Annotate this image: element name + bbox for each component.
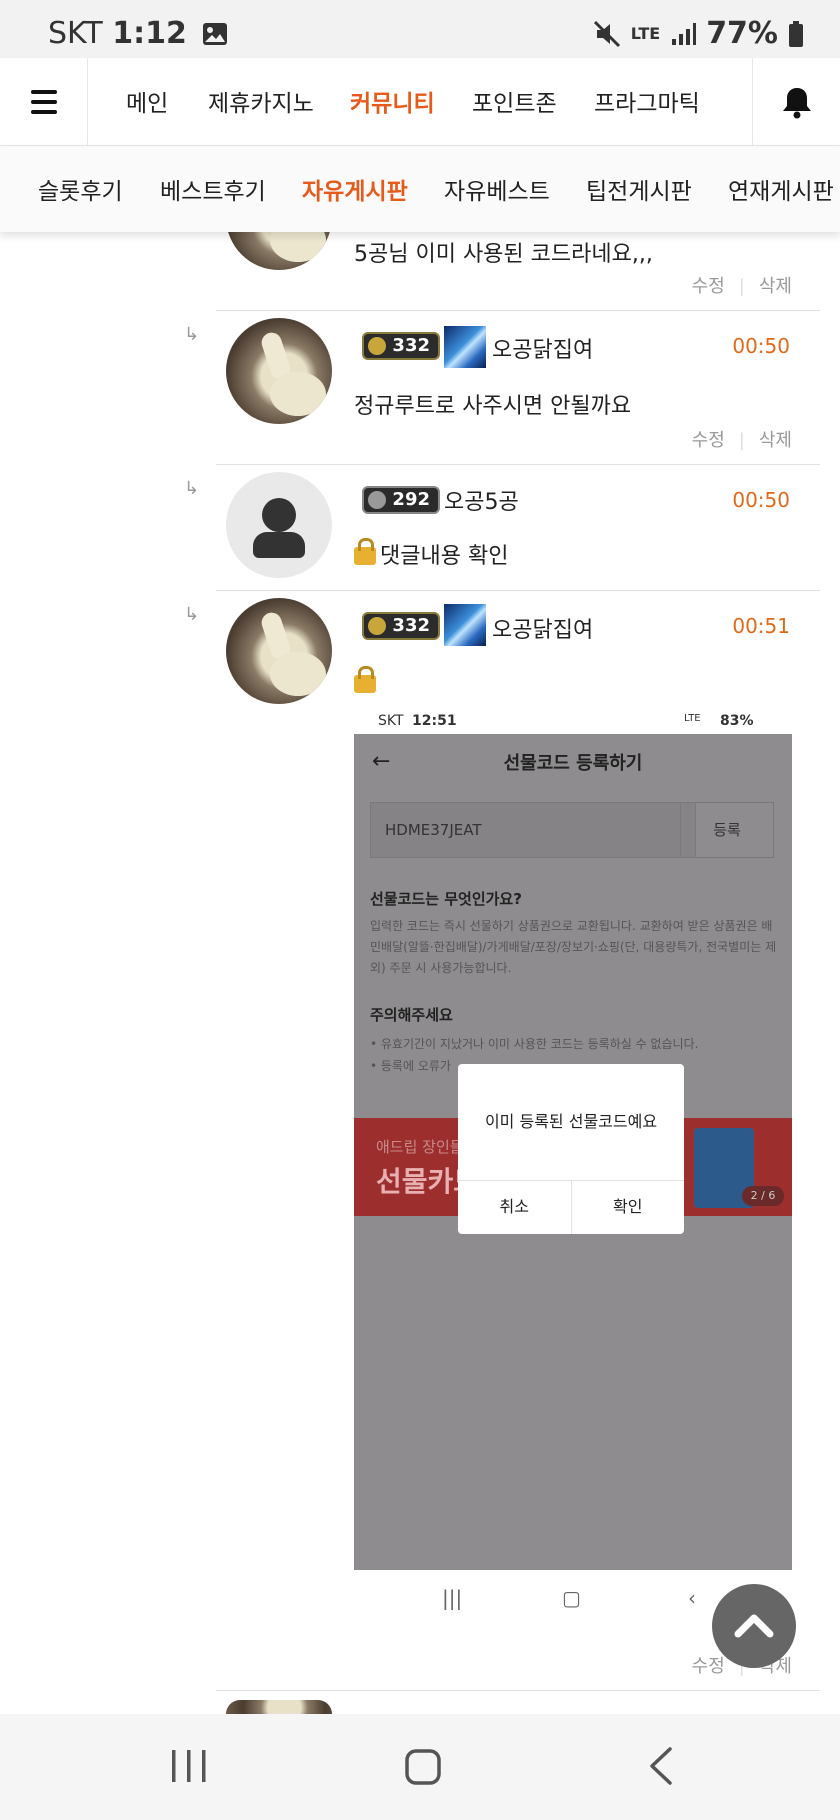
status-time: 1:12 <box>112 16 187 51</box>
divider <box>216 590 820 591</box>
tab-slot-review[interactable]: 슬롯후기 <box>38 172 123 206</box>
home-icon[interactable] <box>404 1748 442 1786</box>
shot-status-bar: SKT 12:51 LTE 83% <box>354 710 792 734</box>
shot-header: ← 선물코드 등록하기 <box>354 734 792 794</box>
reply-arrow-icon: ↳ <box>184 478 200 499</box>
shot-caution-item: • 유효기간이 지났거나 이미 사용한 코드는 등록하실 수 없습니다. <box>370 1037 699 1051</box>
comment-actions: 수정 | 삭제 <box>691 430 792 451</box>
notification-button[interactable] <box>752 58 840 146</box>
shot-home-icon: ▢ <box>562 1586 581 1610</box>
hamburger-icon <box>31 90 57 94</box>
shot-status-carrier: SKT <box>378 713 404 729</box>
shot-what-body: 입력한 코드는 즉시 선물하기 상품권으로 교환됩니다. 교환하여 받은 상품권… <box>370 919 777 975</box>
lock-icon <box>354 538 376 565</box>
reply-arrow-icon: ↳ <box>184 604 200 625</box>
shot-what-heading: 선물코드는 무엇인가요? <box>370 890 522 908</box>
avatar[interactable] <box>226 318 332 424</box>
comment-text: 5공님 이미 사용된 코드라네요,,, <box>354 242 653 267</box>
system-nav-bar <box>0 1714 840 1820</box>
rank-icon <box>444 326 486 368</box>
nickname[interactable]: 오공닭집여 <box>492 332 593 364</box>
shot-register-button: 등록 <box>680 802 774 858</box>
level-icon <box>368 491 386 509</box>
signal-icon <box>672 22 697 45</box>
menu-button[interactable] <box>0 58 88 146</box>
status-bar: SKT 1:12 LTE 77% <box>0 0 840 64</box>
level-badge: 292 <box>362 486 440 514</box>
screen: SKT 1:12 LTE 77% 메인 제휴카지노 커뮤니티 포인트존 프라그마… <box>0 0 840 1820</box>
nav-partner-casino[interactable]: 제휴카지노 <box>208 84 314 118</box>
comment-text: 정규루트로 사주시면 안될까요 <box>354 394 632 419</box>
back-arrow-icon: ← <box>372 749 391 774</box>
nickname[interactable]: 오공닭집여 <box>492 612 593 644</box>
rank-icon <box>444 604 486 646</box>
sub-nav: 슬롯후기 베스트후기 자유게시판 자유베스트 팁전게시판 연재게시판 <box>0 146 840 232</box>
gallery-icon <box>203 23 228 45</box>
reply-arrow-icon: ↳ <box>184 324 200 345</box>
tab-serial-board[interactable]: 연재게시판 <box>728 172 834 206</box>
nickname[interactable]: 오공5공 <box>444 484 519 516</box>
shot-dialog-cancel: 취소 <box>499 1197 529 1216</box>
status-carrier-time: SKT 1:12 <box>48 16 228 51</box>
avatar[interactable] <box>226 598 332 704</box>
mute-icon <box>593 20 620 47</box>
nav-pragmatic[interactable]: 프라그마틱 <box>594 84 700 118</box>
shot-status-network: LTE <box>684 713 701 724</box>
status-network: LTE <box>630 23 661 43</box>
shot-dialog-confirm: 확인 <box>570 1181 685 1234</box>
status-battery-percent: 77% <box>706 16 778 51</box>
recents-icon[interactable] <box>170 1748 208 1784</box>
avatar[interactable] <box>226 472 332 578</box>
level-badge: 332 <box>362 612 440 640</box>
shot-back-icon: ‹ <box>688 1586 696 1610</box>
level-icon <box>368 337 386 355</box>
divider <box>216 310 820 311</box>
avatar[interactable] <box>226 1700 332 1714</box>
divider <box>216 1690 820 1691</box>
divider <box>216 464 820 465</box>
comment-actions: 수정 | 삭제 <box>691 276 792 297</box>
shot-recents-icon: ||| <box>442 1586 463 1610</box>
edit-button[interactable]: 수정 <box>692 1656 725 1677</box>
shot-caution-heading: 주의해주세요 <box>370 1006 453 1024</box>
tab-tip-board[interactable]: 팁전게시판 <box>586 172 692 206</box>
tab-best-review[interactable]: 베스트후기 <box>160 172 266 206</box>
bell-icon <box>783 88 811 119</box>
comment-text: 댓글내용 확인 <box>354 538 508 570</box>
comment-time: 00:51 <box>732 614 790 638</box>
edit-button[interactable]: 수정 <box>692 430 725 451</box>
status-right: LTE 77% <box>593 16 804 51</box>
shot-code-field: HDME37JEAT <box>370 802 696 858</box>
comment-time: 00:50 <box>732 334 790 358</box>
shot-banner-pager: 2 / 6 <box>742 1186 784 1206</box>
nav-community[interactable]: 커뮤니티 <box>350 84 435 118</box>
tab-free-best[interactable]: 자유베스트 <box>444 172 550 206</box>
edit-button[interactable]: 수정 <box>692 276 725 297</box>
battery-icon <box>789 20 803 47</box>
nav-main[interactable]: 메인 <box>126 84 168 118</box>
shot-banner-small: 애드립 장인들 <box>376 1138 464 1156</box>
top-nav: 메인 제휴카지노 커뮤니티 포인트존 프라그마틱 <box>0 58 840 146</box>
shot-status-time: 12:51 <box>412 713 457 729</box>
attached-screenshot[interactable]: SKT 12:51 LTE 83% ← 선물코드 등록하기 HDME37JEAT… <box>354 710 792 1630</box>
shot-dialog-buttons: 취소 확인 <box>458 1180 684 1234</box>
delete-button[interactable]: 삭제 <box>759 430 792 451</box>
status-carrier: SKT <box>48 16 103 51</box>
comment-lock <box>354 666 380 697</box>
comment-time: 00:50 <box>732 488 790 512</box>
shot-dialog: 이미 등록된 선물코드예요 취소 확인 <box>458 1064 684 1234</box>
level-badge: 332 <box>362 332 440 360</box>
shot-dialog-message: 이미 등록된 선물코드예요 <box>484 1112 658 1131</box>
secret-comment-label[interactable]: 댓글내용 확인 <box>380 544 508 569</box>
tab-free-board[interactable]: 자유게시판 <box>302 172 408 206</box>
shot-status-battery: 83% <box>720 713 754 729</box>
chevron-up-icon <box>734 1614 774 1638</box>
back-icon[interactable] <box>646 1746 674 1786</box>
delete-button[interactable]: 삭제 <box>759 276 792 297</box>
scroll-to-top-button[interactable] <box>712 1584 796 1668</box>
nav-point-zone[interactable]: 포인트존 <box>472 84 557 118</box>
level-icon <box>368 617 386 635</box>
lock-icon <box>354 666 376 693</box>
shot-title: 선물코드 등록하기 <box>503 753 643 774</box>
